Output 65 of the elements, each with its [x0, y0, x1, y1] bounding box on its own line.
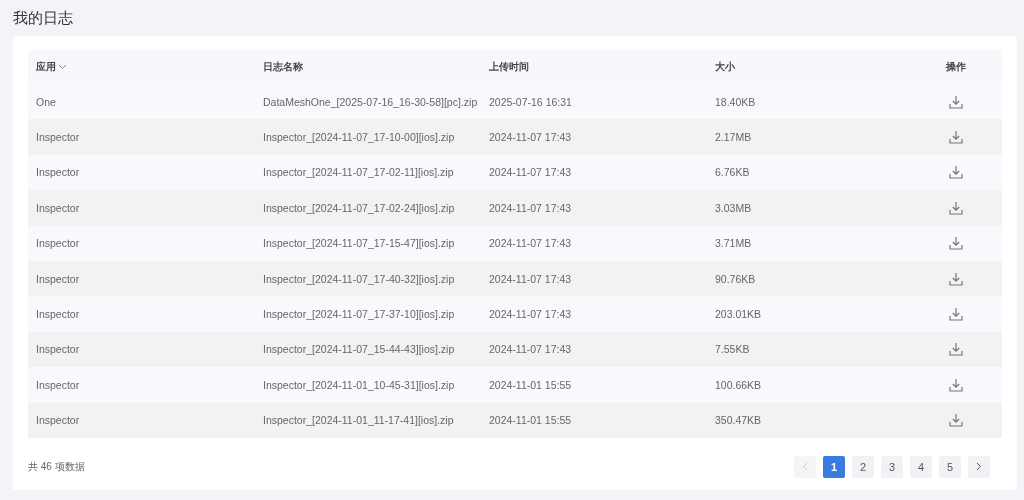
chevron-left-icon	[802, 462, 808, 472]
table-cell: 2024-11-07 17:43	[489, 201, 572, 214]
chevron-down-icon[interactable]	[58, 64, 67, 70]
column-header: 大小	[715, 60, 735, 74]
table-cell: Inspector_[2024-11-07_17-40-32][ios].zip	[263, 272, 455, 285]
download-icon[interactable]	[948, 236, 963, 251]
table-cell: 3.71MB	[715, 237, 752, 250]
table-cell: 2024-11-01 15:55	[489, 414, 572, 427]
table-cell: 18.40KB	[715, 95, 756, 108]
table-cell: Inspector	[36, 272, 80, 285]
column-header: 日志名称	[263, 60, 303, 74]
page-button[interactable]: 3	[881, 455, 903, 478]
download-icon[interactable]	[948, 413, 963, 428]
table-cell: 203.01KB	[715, 308, 762, 321]
table-cell: 2025-07-16 16:31	[489, 95, 572, 108]
download-icon[interactable]	[948, 377, 963, 392]
chevron-right-icon	[976, 462, 982, 472]
table-cell: 7.55KB	[715, 343, 750, 356]
download-icon[interactable]	[948, 271, 963, 286]
table-cell: Inspector_[2024-11-01_10-45-31][ios].zip	[263, 378, 455, 391]
table-cell: 2024-11-07 17:43	[489, 131, 572, 144]
column-header[interactable]: 应用	[36, 60, 56, 74]
total-count: 共 46 项数据	[28, 459, 85, 474]
download-icon[interactable]	[948, 94, 963, 109]
download-icon[interactable]	[948, 130, 963, 145]
page-button[interactable]: 2	[852, 455, 874, 478]
download-icon[interactable]	[948, 342, 963, 357]
table-cell: 2024-11-07 17:43	[489, 308, 572, 321]
download-icon[interactable]	[948, 200, 963, 215]
table-cell: 90.76KB	[715, 272, 756, 285]
page-button[interactable]: 5	[939, 455, 961, 478]
column-header: 上传时间	[489, 60, 529, 74]
table-cell: Inspector	[36, 166, 80, 179]
table-cell: Inspector	[36, 378, 80, 391]
table-cell: Inspector	[36, 414, 80, 427]
page-title: 我的日志	[13, 8, 74, 28]
table-cell: 6.76KB	[715, 166, 750, 179]
table-cell: Inspector	[36, 131, 80, 144]
table-cell: Inspector_[2024-11-07_17-02-11][ios].zip	[263, 166, 454, 179]
table-cell: 2024-11-07 17:43	[489, 166, 572, 179]
table-cell: 2024-11-07 17:43	[489, 237, 572, 250]
download-icon[interactable]	[948, 307, 963, 322]
page-button[interactable]: 4	[910, 455, 932, 478]
table-cell: Inspector	[36, 308, 80, 321]
table-cell: Inspector_[2024-11-07_15-44-43][ios].zip	[263, 343, 455, 356]
download-icon[interactable]	[948, 165, 963, 180]
page-button[interactable]: 1	[823, 455, 845, 478]
table-cell: 3.03MB	[715, 201, 752, 214]
table-cell: Inspector_[2024-11-01_11-17-41][ios].zip	[263, 414, 454, 427]
table-cell: Inspector_[2024-11-07_17-10-00][ios].zip	[263, 131, 455, 144]
table-cell: DataMeshOne_[2025-07-16_16-30-58][pc].zip	[263, 95, 478, 108]
table-cell: Inspector	[36, 237, 80, 250]
table-cell: One	[36, 95, 56, 108]
table-cell: Inspector	[36, 343, 80, 356]
table-cell: 2024-11-07 17:43	[489, 343, 572, 356]
table-cell: 2024-11-01 15:55	[489, 378, 572, 391]
table-cell: 2.17MB	[715, 131, 752, 144]
table-cell: Inspector_[2024-11-07_17-02-24][ios].zip	[263, 201, 455, 214]
table-cell: 2024-11-07 17:43	[489, 272, 572, 285]
column-header: 操作	[945, 60, 966, 74]
table-cell: 350.47KB	[715, 414, 762, 427]
table-cell: Inspector	[36, 201, 80, 214]
table-cell: Inspector_[2024-11-07_17-15-47][ios].zip	[263, 237, 455, 250]
table-cell: Inspector_[2024-11-07_17-37-10][ios].zip	[263, 308, 455, 321]
table-cell: 100.66KB	[715, 378, 762, 391]
